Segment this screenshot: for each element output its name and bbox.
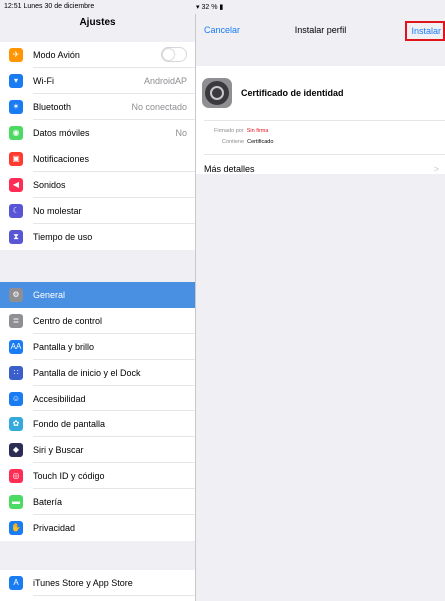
- sidebar-item-label: Siri y Buscar: [33, 445, 84, 456]
- sidebar-item-privacidad[interactable]: ✋ Privacidad: [0, 515, 195, 541]
- sidebar-item-label: Centro de control: [33, 315, 103, 326]
- settings-group: AiTunes Store y App Store▤Wallet y Apple…: [0, 570, 195, 601]
- settings-group: ⚙ General ≣ Centro de control AA Pantalla y b…: [0, 282, 195, 541]
- gear-icon: ⚙: [9, 288, 23, 302]
- sidebar-item-value: No conectado: [131, 101, 187, 112]
- sidebar-item-label: Pantalla de inicio y el Dock: [33, 367, 141, 378]
- hourglass-icon: ⧗: [9, 229, 23, 244]
- sidebar-item-no-molestar[interactable]: ☾ No molestar: [0, 197, 195, 224]
- sidebar-item-centro-de-control[interactable]: ≣ Centro de control: [0, 307, 195, 334]
- signed-by-value: Sin firma: [246, 128, 269, 134]
- sidebar-item-label: Batería: [33, 497, 63, 508]
- sidebar-item-label: Touch ID y código: [33, 471, 105, 482]
- sidebar-item-wifi[interactable]: ▾ Wi-Fi AndroidAP: [0, 67, 195, 94]
- install-profile-panel: Cancelar Instalar perfil Instalar Certif…: [196, 14, 445, 601]
- accessibility-icon: ☺: [9, 391, 23, 406]
- airplane-icon: ✈: [9, 48, 23, 62]
- sidebar-item-label: iTunes Store y App Store: [33, 578, 133, 588]
- contains: Contiene Certificado: [222, 139, 274, 145]
- settings-group: ▣ Notificaciones ◀ Sonidos ☾ No molestar ⧗ Tiem…: [0, 146, 195, 250]
- sidebar-item-label: Notificaciones: [33, 154, 90, 164]
- airplane-mode-toggle[interactable]: [161, 47, 187, 62]
- bluetooth-icon: ✶: [9, 99, 23, 114]
- status-time: 12:51 Lunes 30 de diciembre: [4, 3, 95, 10]
- sidebar-item-pantalla-y-brillo[interactable]: AA Pantalla y brillo: [0, 333, 195, 360]
- sidebar-item-label: Accesibilidad: [33, 393, 86, 404]
- sidebar-item-itunes-app-store[interactable]: AiTunes Store y App Store: [0, 570, 195, 596]
- more-details-link[interactable]: Más detalles: [204, 164, 255, 174]
- wallpaper-icon: ✿: [9, 417, 23, 432]
- siri-icon: ◆: [9, 443, 23, 458]
- switches-icon: ≣: [9, 313, 23, 328]
- sidebar-item-label: Modo Avión: [33, 50, 80, 60]
- moon-icon: ☾: [9, 203, 23, 218]
- sidebar-item-label: Wi-Fi: [33, 75, 54, 86]
- sidebar-item-label: Fondo de pantalla: [33, 419, 106, 430]
- sidebar-item-label: Bluetooth: [33, 101, 72, 112]
- wifi-icon: ▾: [9, 73, 23, 88]
- home-grid-icon: ∷: [9, 365, 23, 380]
- cellular-icon: ◉: [9, 125, 23, 140]
- sidebar-item-sonidos[interactable]: ◀ Sonidos: [0, 171, 195, 198]
- sidebar-item-general[interactable]: ⚙ General: [0, 282, 195, 308]
- sidebar-item-bateria[interactable]: ▬ Batería: [0, 489, 195, 516]
- notifications-icon: ▣: [9, 152, 23, 166]
- settings-group: ✈ Modo Avión ▾ Wi-Fi AndroidAP ✶ Bluetooth No c…: [0, 42, 195, 146]
- sidebar-item-siri-y-buscar[interactable]: ◆ Siri y Buscar: [0, 437, 195, 464]
- status-bar: 12:51 Lunes 30 de diciembre ▾ 32 % ▮: [0, 0, 445, 590]
- sidebar-item-pantalla-inicio-dock[interactable]: ∷ Pantalla de inicio y el Dock: [0, 359, 195, 386]
- sidebar-item-label: Sonidos: [33, 179, 66, 190]
- appstore-icon: A: [9, 576, 23, 590]
- sidebar-item-label: Datos móviles: [33, 127, 90, 138]
- install-button[interactable]: Instalar: [405, 21, 445, 41]
- sidebar-item-value: AndroidAP: [143, 75, 187, 86]
- sidebar-item-label: Privacidad: [33, 523, 76, 534]
- profile-name: Certificado de identidad: [241, 88, 344, 98]
- sidebar-item-bluetooth[interactable]: ✶ Bluetooth No conectado: [0, 93, 195, 120]
- sidebar-item-tiempo-de-uso[interactable]: ⧗ Tiempo de uso: [0, 223, 195, 250]
- profile-card: Certificado de identidad Firmado por Sin…: [196, 66, 445, 174]
- sidebar-item-modo-avion[interactable]: ✈ Modo Avión: [0, 42, 195, 68]
- sidebar-item-label: Tiempo de uso: [33, 231, 93, 242]
- battery-icon: ▬: [9, 495, 23, 510]
- sidebar-item-notificaciones[interactable]: ▣ Notificaciones: [0, 146, 195, 172]
- nav-bar: Cancelar Instalar perfil Instalar: [196, 14, 445, 48]
- sidebar-item-wallet-apple-pay[interactable]: ▤Wallet y Apple Pay: [0, 595, 195, 601]
- sound-icon: ◀: [9, 177, 23, 192]
- sidebar-item-label: No molestar: [33, 205, 82, 216]
- sidebar-item-datos-moviles[interactable]: ◉ Datos móviles No: [0, 119, 195, 146]
- hand-icon: ✋: [9, 521, 23, 536]
- contains-value: Certificado: [247, 139, 274, 145]
- chevron-right-icon: >: [433, 164, 439, 174]
- settings-sidebar: Ajustes ✈ Modo Avión ▾ Wi-Fi AndroidAP ✶ Bluet…: [0, 14, 196, 601]
- sidebar-title: Ajustes: [79, 17, 116, 28]
- fingerprint-icon: ◎: [9, 469, 23, 484]
- sidebar-item-accesibilidad[interactable]: ☺ Accesibilidad: [0, 385, 195, 412]
- sidebar-item-label: General: [33, 290, 66, 300]
- brightness-icon: AA: [9, 339, 23, 354]
- sidebar-item-label: Wallet y Apple Pay: [33, 596, 108, 601]
- sidebar-item-value: No: [175, 127, 187, 138]
- sidebar-item-label: Pantalla y brillo: [33, 341, 95, 352]
- signed-by: Firmado por Sin firma: [214, 128, 269, 134]
- settings-gear-icon: [202, 78, 232, 108]
- sidebar-item-touch-id[interactable]: ◎ Touch ID y código: [0, 463, 195, 490]
- sidebar-item-fondo-de-pantalla[interactable]: ✿ Fondo de pantalla: [0, 411, 195, 438]
